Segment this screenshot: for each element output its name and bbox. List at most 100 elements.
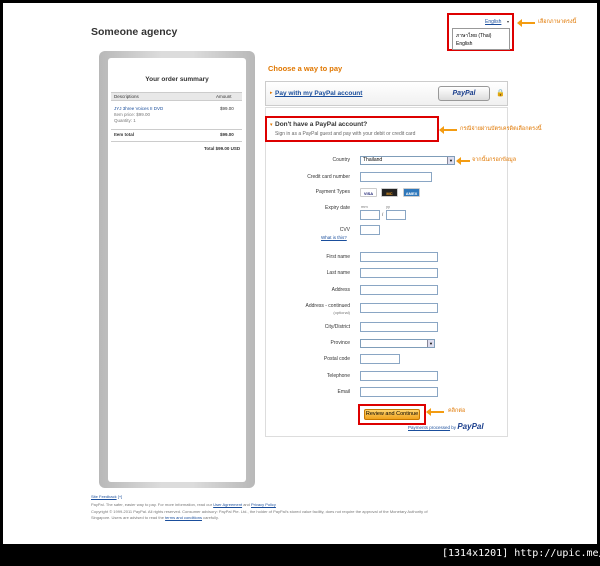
address-label: Address — [331, 287, 350, 293]
chevron-down-icon: ▼ — [447, 157, 454, 164]
guest-checkout-highlight[interactable]: ▾ Don't have a PayPal account? Sign in a… — [265, 116, 439, 142]
paypal-login-panel: ▸ Pay with my PayPal account PayPal 🔒 — [265, 81, 508, 106]
order-item-name[interactable]: JYJ 3hree Voices II DVD — [114, 106, 163, 111]
postal-code-field[interactable] — [360, 354, 400, 364]
first-name-label: First name — [326, 254, 350, 260]
country-label: Country — [332, 157, 350, 163]
paypal-checkout-page: Someone agency English ▾ ภาษาไทย (Thai) … — [3, 3, 597, 544]
annotation-arrow — [426, 408, 444, 416]
last-name-label: Last name — [326, 270, 350, 276]
telephone-field[interactable] — [360, 371, 438, 381]
city-field[interactable] — [360, 322, 438, 332]
expiry-separator: / — [382, 212, 384, 217]
terms-link[interactable]: terms and conditions — [165, 515, 202, 520]
triangle-right-icon: ▸ — [270, 90, 273, 96]
annotation-arrow — [439, 126, 457, 134]
email-label: Email — [337, 389, 350, 395]
expiry-yy-hint: yy — [386, 204, 390, 209]
footer-line-2: Copyright © 1999-2011 PayPal. All rights… — [91, 509, 428, 514]
language-option-english[interactable]: English — [456, 41, 472, 47]
province-label: Province — [330, 340, 350, 346]
paypal-login-button[interactable]: PayPal — [438, 86, 490, 101]
annotation-fill: จากนั้นกรอกข้อมูล — [472, 157, 517, 163]
province-select[interactable]: ▼ — [360, 339, 435, 348]
processed-by-text: by — [451, 425, 457, 430]
divider — [111, 129, 242, 130]
language-dropdown: ภาษาไทย (Thai) English — [452, 28, 510, 50]
order-total: Total $99.00 USD — [204, 146, 241, 151]
footer-text-1: PayPal. The safer, easier way to pay. Fo… — [91, 502, 213, 507]
footer-line-1: PayPal. The safer, easier way to pay. Fo… — [91, 502, 276, 507]
card-number-label: Credit card number — [307, 174, 350, 180]
annotation-click: คลิกต่อ — [448, 408, 466, 414]
guest-checkout-subtitle: Sign in as a PayPal guest and pay with y… — [275, 131, 416, 137]
language-selector-highlight: English ▾ ภาษาไทย (Thai) English — [447, 13, 514, 51]
first-name-field[interactable] — [360, 252, 438, 262]
mastercard-icon: MC — [381, 188, 398, 197]
order-item-price: Item price: $99.00 — [114, 112, 151, 117]
cvv-field[interactable] — [360, 225, 380, 235]
site-feedback-link[interactable]: Site Feedback — [91, 494, 117, 499]
order-summary-card: Your order summary Descriptions Amount J… — [108, 58, 246, 482]
address2-label: Address - continued — [305, 303, 350, 309]
choose-payment-title: Choose a way to pay — [268, 64, 343, 73]
language-option-thai[interactable]: ภาษาไทย (Thai) — [456, 32, 491, 40]
privacy-policy-link[interactable]: Privacy Policy — [251, 502, 276, 507]
card-number-field[interactable] — [360, 172, 432, 182]
pay-with-paypal-link[interactable]: Pay with my PayPal account — [275, 90, 362, 97]
triangle-down-icon: ▾ — [270, 122, 273, 128]
payment-types-label: Payment Types — [315, 189, 350, 195]
user-agreement-link[interactable]: User Agreement — [213, 502, 242, 507]
expiry-year-field[interactable] — [386, 210, 406, 220]
screenshot-frame: Someone agency English ▾ ภาษาไทย (Thai) … — [0, 0, 600, 566]
address2-field[interactable] — [360, 303, 438, 313]
annotation-guest: กรณีจ่ายผ่านบัตรเครดิตเลือกตรงนี้ — [460, 126, 542, 132]
order-item-quantity: Quantity: 1 — [114, 118, 136, 123]
city-label: City/District — [324, 324, 350, 330]
guest-checkout-title[interactable]: Don't have a PayPal account? — [275, 121, 367, 128]
order-summary-header: Descriptions Amount — [111, 92, 242, 101]
paypal-logo: PayPal — [457, 422, 484, 431]
visa-icon: VISA — [360, 188, 377, 197]
postal-code-label: Postal code — [323, 356, 350, 362]
chevron-down-icon[interactable]: ▾ — [507, 19, 509, 24]
telephone-label: Telephone — [326, 373, 350, 379]
email-field[interactable] — [360, 387, 438, 397]
order-item-amount: $99.00 — [220, 106, 234, 111]
annotation-language: เลือกภาษาตรงนี้ — [538, 19, 577, 25]
divider — [111, 141, 242, 142]
country-value: Thailand — [363, 157, 383, 163]
footer-text-3: Singapore. Users are advised to read the — [91, 515, 164, 520]
review-continue-button[interactable]: Review and Continue — [364, 409, 420, 420]
footer-and: and — [243, 502, 250, 507]
chevron-down-icon: ▼ — [427, 340, 434, 347]
lock-icon: 🔒 — [496, 90, 505, 97]
expiry-label: Expiry date — [324, 205, 350, 211]
amex-icon: AMEX — [403, 188, 420, 197]
address2-hint: (optional) — [333, 310, 350, 315]
footer-line-3: Singapore. Users are advised to read the… — [91, 515, 219, 520]
last-name-field[interactable] — [360, 268, 438, 278]
annotation-arrow — [456, 157, 470, 165]
cvv-help-link[interactable]: What is this? — [321, 235, 347, 240]
address-field[interactable] — [360, 285, 438, 295]
annotation-arrow — [517, 19, 535, 27]
payments-processed-link[interactable]: Payments processed — [408, 425, 450, 430]
item-total-value: $99.00 — [220, 132, 234, 137]
site-feedback-mark: [+] — [117, 494, 123, 499]
footer-text-3b: carefully. — [203, 515, 219, 520]
footer-feedback-line: Site Feedback [+] — [91, 494, 122, 499]
cvv-label: CVV — [339, 227, 350, 233]
header-amount: Amount — [216, 94, 232, 99]
order-summary-panel: Your order summary Descriptions Amount J… — [99, 51, 255, 488]
order-summary-title: Your order summary — [145, 76, 209, 83]
payments-processed-by: Payments processed by PayPal — [408, 422, 484, 431]
merchant-name: Someone agency — [91, 26, 178, 38]
upic-watermark: [1314x1201] http://upic.me/ — [442, 548, 600, 559]
expiry-mm-hint: mm — [361, 204, 368, 209]
expiry-month-field[interactable] — [360, 210, 380, 220]
item-total-label: Item total — [114, 132, 135, 137]
language-current-link[interactable]: English — [485, 19, 501, 25]
country-select[interactable]: Thailand ▼ — [360, 156, 455, 165]
header-descriptions: Descriptions — [114, 94, 139, 99]
